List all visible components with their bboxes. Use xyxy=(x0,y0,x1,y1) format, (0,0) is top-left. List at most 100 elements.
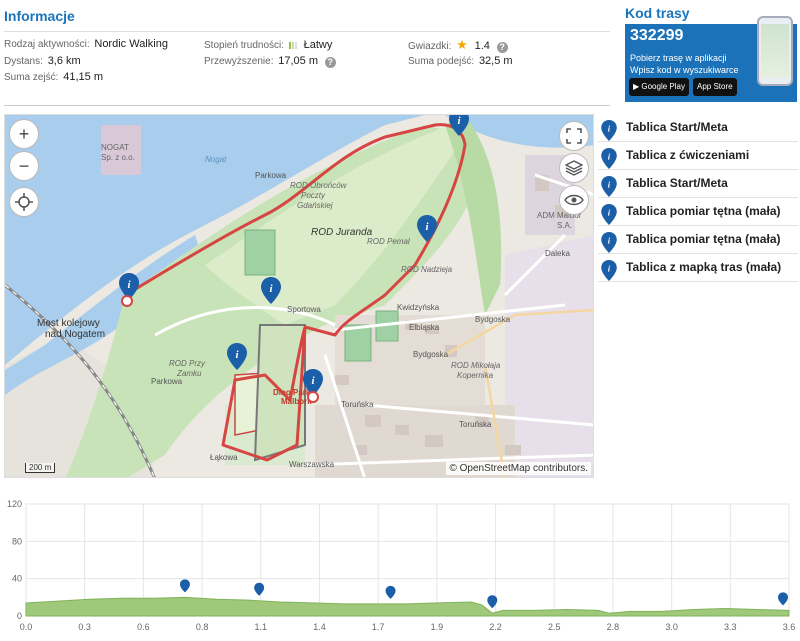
visibility-button[interactable] xyxy=(559,185,589,215)
stars-label: Gwiazdki: xyxy=(408,41,452,52)
map-label-daleka: Daleka xyxy=(545,249,570,258)
distance-value: 3,6 km xyxy=(47,55,81,67)
legend-item[interactable]: i Tablica Start/Meta xyxy=(598,114,798,142)
x-tick-label: 0.0 xyxy=(20,622,33,632)
map-label-nogat-company: NOGAT xyxy=(101,143,129,152)
map-label-rod-kopernika: ROD Mikołaja xyxy=(451,361,501,370)
zoom-in-button[interactable]: + xyxy=(9,119,39,149)
ascent-label: Suma podejść: xyxy=(408,56,475,67)
map-label-torunska: Toruńska xyxy=(341,400,374,409)
legend-item-label: Tablica Start/Meta xyxy=(626,176,728,190)
route-code-title: Kod trasy xyxy=(625,5,690,21)
map-scale: 200 m xyxy=(25,463,56,473)
info-pin-icon: i xyxy=(601,232,617,253)
legend-item[interactable]: i Tablica pomiar tętna (mała) xyxy=(598,226,798,254)
route-code-line2: Wpisz kod w wyszukiwarce xyxy=(630,65,739,75)
google-play-button[interactable]: ▶ Google Play xyxy=(629,78,689,96)
legend-item-label: Tablica Start/Meta xyxy=(626,120,728,134)
x-tick-label: 2.8 xyxy=(607,622,620,632)
difficulty-value: Łatwy xyxy=(303,39,333,51)
map-label-bydgoska: Bydgoska xyxy=(475,315,511,324)
descent-stat: Suma zejść: 41,15 m xyxy=(4,71,103,83)
map-label-warszawska: Warszawska xyxy=(289,460,335,469)
map-label-river: Nogat xyxy=(205,155,227,164)
difficulty-label: Stopień trudności: xyxy=(204,40,285,51)
elevation-label: Przewyższenie: xyxy=(204,56,274,67)
x-tick-label: 0.3 xyxy=(78,622,91,632)
map-label-torunska2: Toruńska xyxy=(459,420,492,429)
legend-item-label: Tablica pomiar tętna (mała) xyxy=(626,232,781,246)
activity-value: Nordic Walking xyxy=(94,38,168,50)
map-label-parkowa: Parkowa xyxy=(255,171,287,180)
elevation-profile[interactable]: 0.0 0.3 0.6 0.8 1.1 1.4 1.7 1.9 2.2 2.5 2.8 3.0 3.3 3… xyxy=(0,494,800,641)
app-store-button[interactable]: App Store xyxy=(693,78,737,96)
app-store-label: App Store xyxy=(697,82,733,91)
map-attribution[interactable]: © OpenStreetMap contributors. xyxy=(446,462,591,475)
map-label-rod-pemal: ROD Pemal xyxy=(367,237,410,246)
x-tick-label: 3.6 xyxy=(783,622,796,632)
legend-item[interactable]: i Tablica pomiar tętna (mała) xyxy=(598,198,798,226)
x-tick-label: 0.6 xyxy=(137,622,150,632)
map-label-most: Most kolejowy xyxy=(37,318,100,329)
activity-label: Rodzaj aktywności: xyxy=(4,39,90,50)
stars-help-icon[interactable]: ? xyxy=(496,42,508,53)
legend-item-label: Tablica pomiar tętna (mała) xyxy=(626,204,781,218)
legend-item[interactable]: i Tablica Start/Meta xyxy=(598,170,798,198)
map-label-rod-nadzieja: ROD Nadzieja xyxy=(401,265,453,274)
info-pin-icon: i xyxy=(601,148,617,169)
route-map[interactable]: NOGAT Sp. z o.o. Nogat Parkowa ROD Obroń… xyxy=(4,114,594,478)
map-label-elblaska: Elbląska xyxy=(409,323,440,332)
legend-item[interactable]: i Tablica z mapką tras (mała) xyxy=(598,254,798,282)
phone-screen xyxy=(761,24,789,78)
distance-label: Dystans: xyxy=(4,56,43,67)
legend-item-label: Tablica z ćwiczeniami xyxy=(626,148,750,162)
difficulty-bars-icon xyxy=(288,42,297,49)
route-code-banner[interactable]: 332299 Pobierz trasę w aplikacji Wpisz k… xyxy=(625,16,797,102)
info-pin-icon: i xyxy=(601,176,617,197)
route-code-panel: Kod trasy 332299 Pobierz trasę w aplikac… xyxy=(625,0,797,104)
layers-icon xyxy=(564,160,584,176)
difficulty-stat: Stopień trudności: Łatwy xyxy=(204,39,332,51)
info-divider xyxy=(4,31,610,32)
stars-stat: Gwiazdki: ★ 1.4 ? xyxy=(408,37,508,53)
map-base-layer xyxy=(5,115,593,477)
heart-rate-pin-2-icon[interactable]: i xyxy=(227,343,247,370)
google-play-label: Google Play xyxy=(641,82,685,91)
layers-button[interactable] xyxy=(559,153,589,183)
legend-item[interactable]: i Tablica z ćwiczeniami xyxy=(598,142,798,170)
x-tick-label: 1.1 xyxy=(255,622,268,632)
x-tick-label: 0.8 xyxy=(196,622,209,632)
route-start-marker-icon xyxy=(121,295,133,307)
route-end-marker-icon xyxy=(307,391,319,403)
y-tick-label: 80 xyxy=(12,536,22,546)
descent-label: Suma zejść: xyxy=(4,72,59,83)
locate-button[interactable] xyxy=(9,187,39,217)
elevation-value: 17,05 m xyxy=(278,55,318,67)
exercise-board-pin-icon[interactable]: i xyxy=(261,277,281,304)
info-title: Informacje xyxy=(4,8,75,24)
map-label-rod-kopernika2: Kopernika xyxy=(457,371,494,380)
map-label-sportowa: Sportowa xyxy=(287,305,321,314)
map-label-rod-przy-zamku: ROD Przy xyxy=(169,359,205,368)
activity-stat: Rodzaj aktywności: Nordic Walking xyxy=(4,38,168,50)
route-code-number: 332299 xyxy=(630,27,684,44)
map-label-rod-obroncow2: Poczty xyxy=(301,191,326,200)
map-label-rod-obroncow3: Gdańskiej xyxy=(297,201,333,210)
info-pin-icon: i xyxy=(601,260,617,281)
x-tick-label: 1.9 xyxy=(431,622,444,632)
x-tick-label: 3.0 xyxy=(665,622,678,632)
heart-rate-pin-icon[interactable]: i xyxy=(417,215,437,242)
x-tick-label: 3.3 xyxy=(724,622,737,632)
fullscreen-icon xyxy=(566,128,582,144)
eye-icon xyxy=(564,194,584,206)
map-label-nogat-company2: Sp. z o.o. xyxy=(101,153,135,162)
info-pin-icon: i xyxy=(601,204,617,225)
elevation-help-icon[interactable]: ? xyxy=(324,57,336,68)
map-label-kwidzynska: Kwidzyńska xyxy=(397,303,440,312)
map-label-lakowa: Łąkowa xyxy=(210,453,238,462)
zoom-out-button[interactable]: − xyxy=(9,151,39,181)
x-tick-label: 1.4 xyxy=(313,622,326,632)
start-meta-pin-2-icon[interactable]: i xyxy=(449,114,469,136)
fullscreen-button[interactable] xyxy=(559,121,589,151)
map-label-parkowa2: Parkowa xyxy=(151,377,183,386)
